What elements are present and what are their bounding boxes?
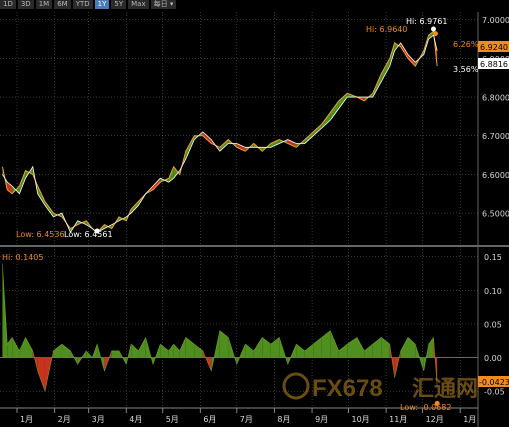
spread-current-value: -0.0423 — [479, 378, 509, 387]
ytick-label-lower: 0.15 — [484, 253, 502, 262]
watermark-brand: FX678 — [312, 375, 383, 402]
ytick-label-upper: 6.7000 — [482, 132, 509, 141]
xtick-label: 2月 — [58, 415, 71, 424]
xtick-label: 10月 — [352, 415, 370, 424]
range-button-3d[interactable]: 3D — [17, 0, 34, 9]
range-button-max[interactable]: Max — [128, 0, 149, 9]
current-value-lower: 6.8816 — [480, 60, 508, 69]
ytick-label-lower: 0.05 — [484, 320, 502, 329]
xtick-label: 3月 — [92, 415, 105, 424]
period-dropdown[interactable]: 每日 ▾ — [150, 0, 177, 9]
ytick-label-lower: 0.10 — [484, 287, 502, 296]
range-button-1d[interactable]: 1D — [0, 0, 16, 9]
pct-label-lower: 3.56% — [453, 65, 479, 74]
ytick-label-upper: 6.6000 — [482, 171, 509, 180]
watermark-brand-cn: 汇通网 — [412, 377, 478, 402]
hi-marker — [431, 26, 436, 32]
low-label-upper: Low: 6.4536 — [16, 230, 65, 239]
xtick-label: 6月 — [203, 415, 216, 424]
hi-label-upper: Hi: 6.9640 — [366, 25, 407, 34]
current-value-upper: 6.9240 — [480, 43, 508, 52]
range-button-ytd[interactable]: YTD — [72, 0, 93, 9]
xtick-label: 9月 — [315, 415, 328, 424]
chart-canvas: 6.50006.60006.70006.80006.90007.00000.15… — [0, 0, 509, 427]
low-label-lower: Low: 6.4561 — [64, 230, 113, 239]
background — [0, 0, 509, 427]
range-toolbar: 1D 3D 1M 6M YTD 1Y 5Y Max 每日 ▾ — [0, 0, 177, 9]
range-button-6m[interactable]: 6M — [54, 0, 71, 9]
ytick-label-upper: 7.0000 — [482, 16, 509, 25]
spread-hi-label: Hi: 0.1405 — [2, 253, 43, 262]
ytick-label-upper: 6.8000 — [482, 94, 509, 103]
range-button-1y[interactable]: 1Y — [94, 0, 110, 9]
ytick-label-lower: 0.00 — [484, 354, 502, 363]
watermark: FX678 汇通网 — [282, 372, 478, 402]
hi-marker-upper — [433, 31, 438, 37]
ytick-label-lower: -0.05 — [484, 388, 505, 397]
spread-low-label: Low: -0.0682 — [400, 403, 451, 412]
pct-label-upper: 6.26% — [453, 40, 479, 49]
xtick-label: 1月 — [20, 415, 33, 424]
xtick-label: 1月 — [463, 415, 476, 424]
xtick-label: 11月 — [389, 415, 407, 424]
ytick-label-upper: 6.5000 — [482, 210, 509, 219]
xtick-label: 12月 — [426, 415, 444, 424]
spread-segment — [111, 350, 119, 358]
xtick-label: 8月 — [277, 415, 290, 424]
xtick-label: 4月 — [129, 415, 142, 424]
range-button-1m[interactable]: 1M — [35, 0, 53, 9]
hi-label-lower: Hi: 6.9761 — [406, 17, 447, 26]
range-button-5y[interactable]: 5Y — [111, 0, 127, 9]
xtick-label: 7月 — [240, 415, 253, 424]
xtick-label: 5月 — [166, 415, 179, 424]
